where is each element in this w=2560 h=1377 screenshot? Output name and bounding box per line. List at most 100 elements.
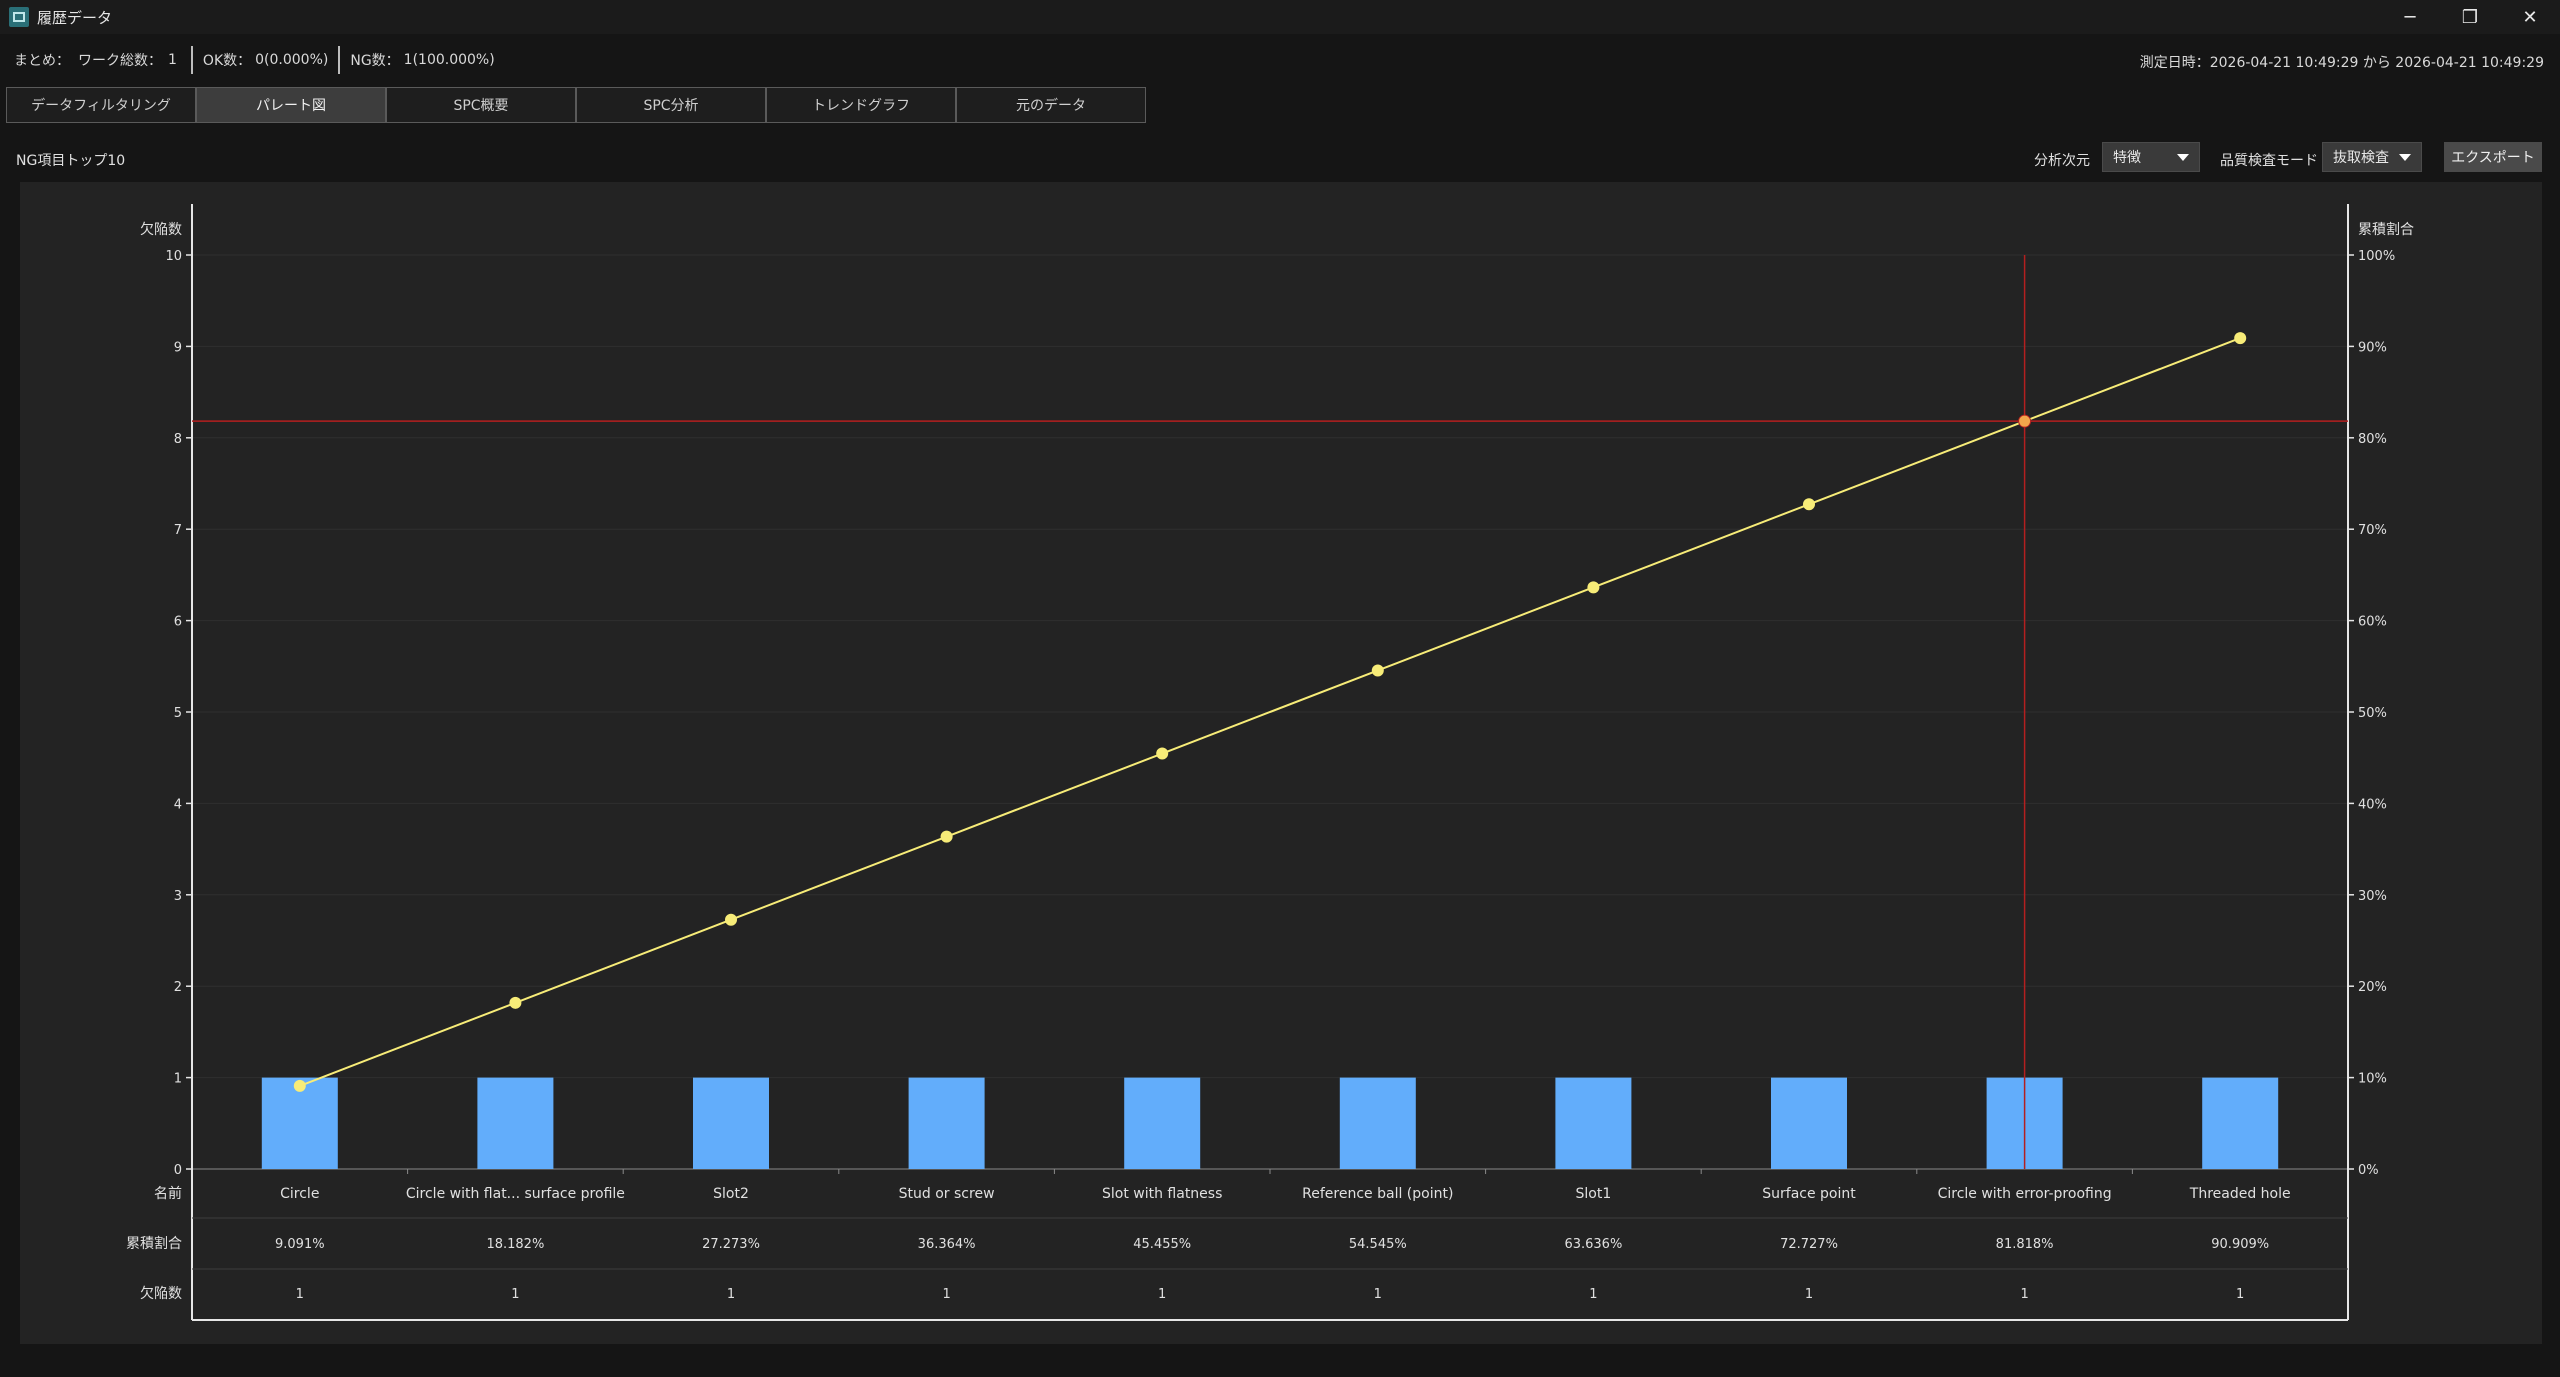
y2-tick-label: 50% [2358,706,2387,721]
cumulative-point [725,913,737,926]
dimension-dropdown[interactable]: 特徴 [2102,142,2200,172]
pareto-chart: 欠陥数 累積割合 名前 累積割合 欠陥数 0123456789100%10%20… [126,204,2414,1321]
y-tick-label: 2 [174,980,182,995]
tab-spc-analysis[interactable]: SPC分析 [576,87,766,123]
cumulative-point [1371,664,1384,677]
divider [338,46,341,74]
summary-label: まとめ： [14,53,70,69]
category-label: Circle [280,1186,319,1202]
title-bar: 履歴データ ─ ❐ ✕ [0,0,2560,34]
category-label: Stud or screw [899,1186,995,1202]
y-tick-label: 7 [174,523,182,538]
close-icon[interactable]: ✕ [2500,0,2560,34]
y2-tick-label: 0% [2358,1163,2379,1178]
y2-tick-label: 70% [2358,523,2387,538]
divider [190,46,193,74]
chevron-down-icon [2399,154,2411,161]
measure-time: 測定日時：2026-04-21 10:49:29 から 2026-04-21 1… [2139,55,2544,71]
chevron-down-icon [2177,154,2189,161]
y-tick-label: 8 [174,432,182,447]
window-controls: ─ ❐ ✕ [2380,0,2560,34]
bar [908,1077,985,1169]
category-label: Circle with error-proofing [1938,1186,2112,1202]
ng-block: NG数： 1(100.000%) [350,50,494,70]
app-icon [9,7,29,27]
category-label: Threaded hole [2189,1186,2291,1202]
y-tick-label: 0 [174,1163,182,1178]
count-cell: 1 [942,1287,950,1302]
tab-pareto[interactable]: パレート図 [196,87,386,123]
cumulative-point [1156,747,1169,760]
cumulative-point [2018,414,2032,428]
export-button[interactable]: エクスポート [2444,142,2542,172]
mode-dropdown[interactable]: 抜取検査 [2322,142,2422,172]
minimize-icon[interactable]: ─ [2380,0,2440,34]
cumulative-point [509,996,522,1009]
category-label: Reference ball (point) [1302,1186,1453,1202]
restore-icon[interactable]: ❐ [2440,0,2500,34]
table-row-label-cumulative: 累積割合 [126,1235,182,1252]
y-tick-label: 5 [174,706,182,721]
chart-toolbar: NG項目トップ10 分析次元 特徴 品質検査モード 抜取検査 エクスポート [0,140,2560,176]
cumulative-cell: 63.636% [1564,1237,1622,1252]
table-row-label-name: 名前 [154,1185,182,1202]
tab-bar: データフィルタリング パレート図 SPC概要 SPC分析 トレンドグラフ 元のデ… [6,87,1146,123]
category-label: Slot2 [713,1186,749,1202]
count-cell: 1 [511,1287,519,1302]
bar [2202,1077,2279,1169]
dimension-value: 特徴 [2113,150,2141,166]
cumulative-point [1803,498,1815,511]
y2-tick-label: 60% [2358,615,2387,630]
bar [1555,1077,1632,1169]
table-row-label-count: 欠陥数 [140,1285,182,1302]
y-tick-label: 10 [165,249,182,264]
count-cell: 1 [1374,1287,1382,1302]
cumulative-cell: 18.182% [486,1237,544,1252]
cumulative-cell: 9.091% [275,1237,325,1252]
mode-value: 抜取検査 [2333,150,2389,166]
tab-spc-overview[interactable]: SPC概要 [386,87,576,123]
cumulative-cell: 90.909% [2211,1237,2269,1252]
left-axis-title: 欠陥数 [140,221,182,238]
cumulative-point [2234,332,2247,345]
bar [1771,1077,1847,1169]
y2-tick-label: 30% [2358,889,2387,904]
bar [1339,1077,1416,1169]
cumulative-cell: 54.545% [1349,1237,1407,1252]
bar [477,1077,554,1169]
bar [693,1077,769,1169]
count-cell: 1 [2236,1287,2244,1302]
y-tick-label: 1 [174,1072,182,1087]
bar [1124,1077,1201,1169]
tab-trend-graph[interactable]: トレンドグラフ [766,87,956,123]
count-cell: 1 [1589,1287,1597,1302]
total-value: 1 [168,52,177,68]
count-cell: 1 [2020,1287,2028,1302]
y2-tick-label: 20% [2358,980,2387,995]
y-tick-label: 9 [174,340,182,355]
cumulative-cell: 36.364% [918,1237,976,1252]
section-title: NG項目トップ10 [16,153,126,169]
count-cell: 1 [1158,1287,1166,1302]
tab-data-filtering[interactable]: データフィルタリング [6,87,196,123]
ok-value: 0(0.000%) [255,52,329,68]
count-cell: 1 [727,1287,735,1302]
cumulative-cell: 27.273% [702,1237,760,1252]
count-cell: 1 [1805,1287,1813,1302]
chart-panel: 欠陥数 累積割合 名前 累積割合 欠陥数 0 1 2 3 4 5 6 7 8 9 10 0% 10% 20… [20,182,2542,1344]
cumulative-point [293,1079,306,1092]
y2-tick-label: 40% [2358,797,2387,812]
category-label: Surface point [1762,1186,1856,1202]
count-cell: 1 [296,1287,304,1302]
ng-value: 1(100.000%) [403,52,495,68]
tab-raw-data[interactable]: 元のデータ [956,87,1146,123]
window-title: 履歴データ [37,8,113,27]
summary-bar: まとめ： ワーク総数： 1 OK数： 0(0.000%) NG数： 1(100.… [0,40,2560,80]
ng-label: NG数： [350,53,400,69]
ok-label: OK数： [202,53,252,69]
y-tick-label: 3 [174,889,182,904]
mode-label: 品質検査モード [2220,153,2318,169]
summary-block: まとめ： ワーク総数： 1 [14,50,177,70]
y-tick-label: 6 [174,615,182,630]
ok-block: OK数： 0(0.000%) [203,50,328,70]
